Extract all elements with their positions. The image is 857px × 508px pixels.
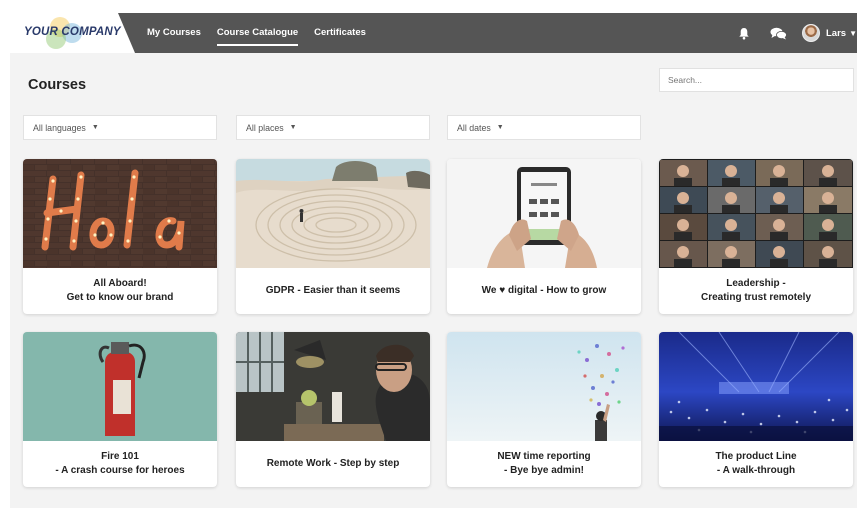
course-title: GDPR - Easier than it seems: [236, 268, 430, 314]
course-title-line2: Get to know our brand: [66, 292, 174, 303]
course-title-line1: Fire 101: [101, 450, 139, 462]
search-input[interactable]: [659, 68, 854, 92]
chat-icon[interactable]: [768, 23, 788, 43]
language-filter[interactable]: All languages ▼: [23, 115, 217, 140]
course-title-line1: Leadership -: [726, 277, 786, 289]
course-title-line2: - A crash course for heroes: [55, 465, 185, 476]
course-title-line1: GDPR - Easier than it seems: [265, 284, 401, 296]
course-card[interactable]: All Aboard! Get to know our brand: [23, 159, 217, 314]
course-image-tablet-hands: [447, 159, 641, 268]
course-title: We ♥ digital - How to grow: [447, 268, 641, 314]
course-card[interactable]: Fire 101 - A crash course for heroes: [23, 332, 217, 487]
course-title-line1: Remote Work - Step by step: [266, 457, 400, 469]
main-content: Courses All languages ▼ All places ▼ All d…: [10, 53, 857, 508]
date-filter-label: All dates: [457, 122, 491, 133]
course-title: NEW time reporting - Bye bye admin!: [447, 441, 641, 487]
course-title: Leadership - Creating trust remotely: [659, 268, 853, 314]
course-card[interactable]: Leadership - Creating trust remotely: [659, 159, 853, 314]
nav-right: Lars ▼: [734, 13, 857, 53]
course-card[interactable]: Remote Work - Step by step: [236, 332, 430, 487]
user-avatar[interactable]: [802, 24, 820, 42]
course-title: All Aboard! Get to know our brand: [23, 268, 217, 314]
chevron-down-icon: ▼: [91, 124, 99, 131]
course-title-line1: NEW time reporting: [497, 450, 591, 462]
chevron-down-icon[interactable]: ▼: [849, 29, 857, 38]
course-title: The product Line - A walk-through: [659, 441, 853, 487]
top-navigation-bar: YOUR COMPANY My Courses Course Catalogue…: [10, 13, 857, 53]
date-filter[interactable]: All dates ▼: [447, 115, 641, 140]
course-card[interactable]: We ♥ digital - How to grow: [447, 159, 641, 314]
course-title-line2: Creating trust remotely: [700, 292, 812, 303]
main-nav: My Courses Course Catalogue Certificates: [147, 13, 366, 53]
bell-icon[interactable]: [734, 23, 754, 43]
page-title: Courses: [28, 77, 87, 93]
nav-certificates[interactable]: Certificates: [314, 13, 366, 53]
course-title: Fire 101 - A crash course for heroes: [23, 441, 217, 487]
place-filter[interactable]: All places ▼: [236, 115, 430, 140]
language-filter-label: All languages: [33, 122, 86, 133]
course-title-line1: The product Line: [715, 450, 797, 462]
course-image-video-call-grid: [659, 159, 853, 268]
course-image-confetti-sky: [447, 332, 641, 441]
course-card[interactable]: The product Line - A walk-through: [659, 332, 853, 487]
course-title-line1: All Aboard!: [93, 277, 147, 289]
course-image-hola-sign: [23, 159, 217, 268]
nav-my-courses[interactable]: My Courses: [147, 13, 201, 53]
course-title-line2: - Bye bye admin!: [503, 465, 585, 476]
nav-course-catalogue[interactable]: Course Catalogue: [216, 13, 299, 53]
course-card[interactable]: NEW time reporting - Bye bye admin!: [447, 332, 641, 487]
company-logo[interactable]: YOUR COMPANY: [10, 13, 135, 53]
course-title-line2: - A walk-through: [716, 465, 796, 476]
course-image-sand-labyrinth: [236, 159, 430, 268]
chevron-down-icon: ▼: [289, 124, 297, 131]
user-name[interactable]: Lars: [826, 28, 846, 39]
course-title-line1: We ♥ digital - How to grow: [481, 284, 607, 296]
course-image-man-at-laptop: [236, 332, 430, 441]
course-image-fire-extinguisher: [23, 332, 217, 441]
chevron-down-icon: ▼: [496, 124, 504, 131]
course-title: Remote Work - Step by step: [236, 441, 430, 487]
course-card[interactable]: GDPR - Easier than it seems: [236, 159, 430, 314]
place-filter-label: All places: [246, 122, 284, 133]
logo-text: YOUR COMPANY: [24, 26, 121, 38]
course-image-concert-arena: [659, 332, 853, 441]
